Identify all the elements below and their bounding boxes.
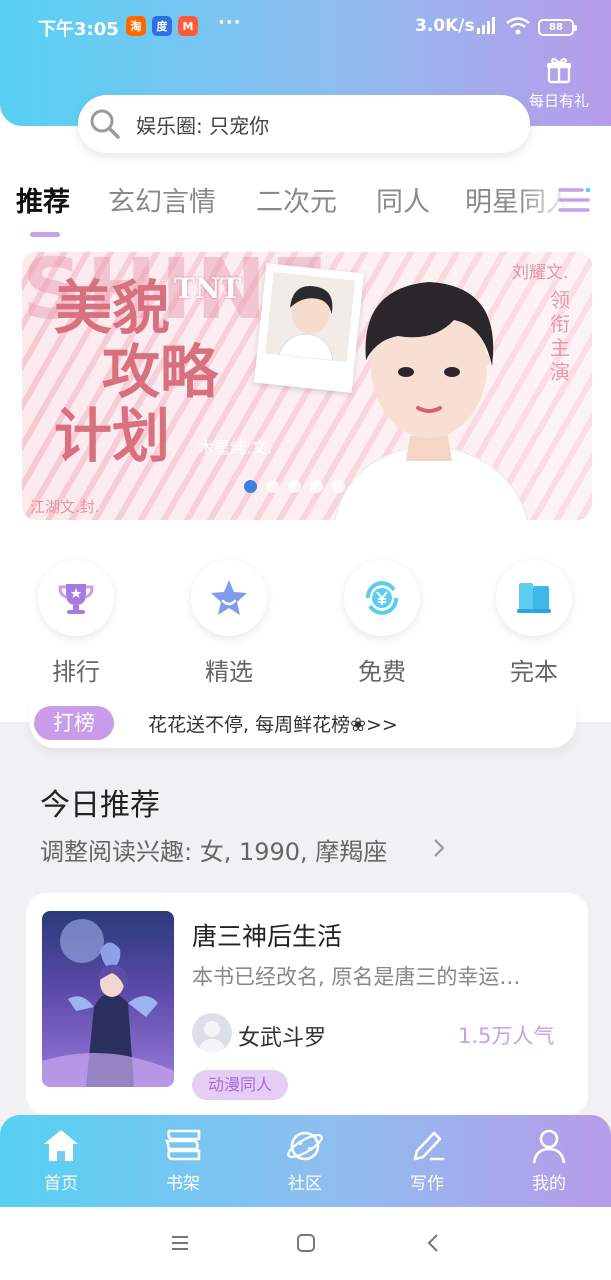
tab-fantasy-romance[interactable]: 玄幻言情 [108, 180, 216, 219]
reading-interest-link[interactable]: 调整阅读兴趣: 女, 1990, 摩羯座 [40, 832, 387, 867]
book-description: 本书已经改名, 原名是唐三的幸运… [192, 965, 521, 989]
status-more-icon: ··· [218, 12, 242, 33]
home-button-icon[interactable] [294, 1231, 318, 1255]
popularity-count: 1.5万人气 [458, 1024, 555, 1048]
network-speed: 3.0K/s [415, 16, 475, 36]
tab-fanfic[interactable]: 同人 [376, 180, 430, 219]
nav-label: 书架 [166, 1174, 200, 1194]
author-name: 女武斗罗 [238, 1026, 327, 1051]
write-pen-icon [413, 1131, 445, 1161]
quick-link-featured[interactable]: 精选 [179, 560, 279, 687]
banner-caption-top-right: 刘耀文. [512, 263, 569, 283]
trophy-icon [58, 584, 94, 614]
tab-recommend[interactable]: 推荐 [16, 180, 70, 219]
nav-label: 首页 [44, 1174, 78, 1194]
quick-link-label: 精选 [205, 658, 253, 686]
promo-text: 花花送不停, 每周鲜花榜❀>> [148, 714, 398, 736]
banner-dot[interactable] [332, 480, 345, 493]
gift-label: 每日有礼 [528, 92, 589, 110]
free-yuan-icon [366, 581, 398, 615]
book-card[interactable]: 唐三神后生活 本书已经改名, 原名是唐三的幸运… 女武斗罗 1.5万人气 动漫同… [26, 893, 588, 1115]
back-icon[interactable] [422, 1231, 446, 1255]
signal-icon [477, 17, 495, 34]
banner-dot[interactable] [266, 480, 279, 493]
wifi-icon [506, 17, 530, 35]
promo-badge: 打榜 [34, 706, 114, 740]
promo-banner[interactable]: SHINE 美貌 攻略 计划 TNT 木星纯.文. 江湖文.封. 刘耀文. 领衔… [22, 252, 592, 520]
banner-tag: TNT [174, 272, 242, 305]
today-title: 今日推荐 [40, 788, 160, 823]
status-bar: 下午3:05 淘 度 M ··· 3.0K/s 88 [0, 12, 611, 42]
nav-bookshelf[interactable]: 书架 [143, 1127, 223, 1194]
nav-label: 社区 [288, 1174, 322, 1194]
community-planet-icon [287, 1131, 323, 1161]
nav-profile[interactable]: 我的 [509, 1127, 589, 1194]
search-bar[interactable]: 娱乐圈: 只宠你 [78, 95, 530, 153]
nav-write[interactable]: 写作 [387, 1127, 467, 1194]
nav-home[interactable]: 首页 [21, 1127, 101, 1194]
book-cover [42, 911, 174, 1087]
taobao-app-icon: 淘 [126, 16, 146, 36]
search-placeholder: 娱乐圈: 只宠你 [136, 113, 270, 138]
gift-icon [547, 57, 571, 84]
tab-anime[interactable]: 二次元 [256, 180, 337, 219]
status-time: 下午3:05 [38, 19, 119, 40]
shop-app-icon: M [178, 16, 198, 36]
quick-link-label: 完本 [510, 658, 558, 686]
nav-label: 我的 [532, 1174, 566, 1194]
nav-community[interactable]: 社区 [265, 1127, 345, 1194]
nav-label: 写作 [410, 1174, 444, 1194]
search-icon [90, 109, 120, 139]
profile-icon [532, 1129, 566, 1164]
status-app-icons: 淘 度 M [126, 16, 198, 36]
banner-title-line3: 计划 [54, 402, 171, 470]
banner-dot[interactable] [288, 480, 301, 493]
tab-active-indicator [30, 232, 60, 237]
banner-pagination [244, 480, 367, 493]
quick-links: 排行 精选 免费 完本 [0, 560, 611, 686]
quick-link-label: 排行 [52, 658, 100, 686]
bookshelf-icon [165, 1129, 201, 1161]
star-icon [211, 580, 247, 615]
battery-icon: 88 [538, 19, 577, 36]
home-icon [44, 1130, 78, 1161]
banner-title-line1: 美貌 [54, 274, 171, 342]
chevron-right-icon [434, 839, 445, 857]
banner-dot[interactable] [354, 480, 367, 493]
banner-dot[interactable] [310, 480, 323, 493]
banner-caption-center: 木星纯.文. [198, 438, 273, 457]
quick-link-label: 免费 [358, 658, 406, 686]
daily-gift-button[interactable]: 每日有礼 [522, 56, 596, 111]
avatar [192, 1013, 232, 1053]
banner-caption-side: 领衔主演 [550, 288, 570, 384]
promo-strip[interactable]: 打榜 花花送不停, 每周鲜花榜❀>> [30, 698, 576, 748]
banner-title-line2: 攻略 [102, 338, 219, 406]
banner-dot[interactable] [244, 480, 257, 493]
category-menu-icon[interactable] [556, 182, 592, 218]
genre-tag[interactable]: 动漫同人 [192, 1070, 289, 1100]
book-icon [517, 583, 551, 613]
system-nav-bar [0, 1207, 611, 1280]
banner-caption-bottom: 江湖文.封. [30, 498, 100, 516]
book-title: 唐三神后生活 [192, 922, 343, 951]
baidu-app-icon: 度 [152, 16, 172, 36]
bottom-nav: 首页 书架 社区 写作 我的 [0, 1115, 611, 1207]
quick-link-free[interactable]: 免费 [332, 560, 432, 687]
quick-link-completed[interactable]: 完本 [484, 560, 584, 687]
quick-link-ranking[interactable]: 排行 [26, 560, 126, 687]
recent-apps-icon[interactable] [168, 1231, 192, 1255]
